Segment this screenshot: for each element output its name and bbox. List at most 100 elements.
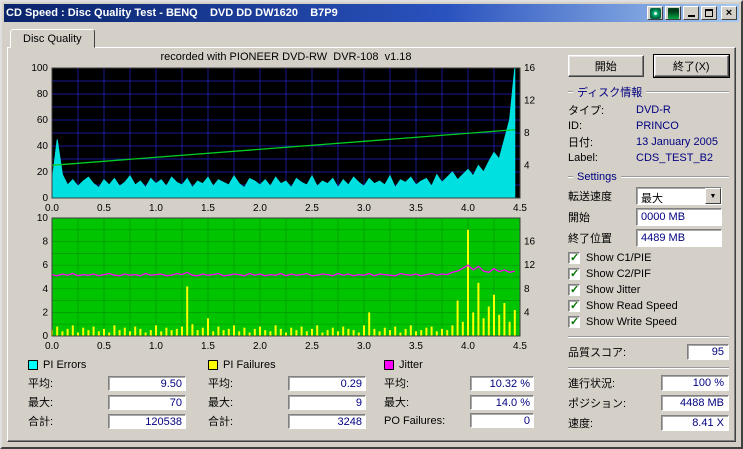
close-button[interactable]: × [721,6,737,20]
svg-text:3.5: 3.5 [409,203,423,214]
statistics-row: PI Errors 平均: 9.50 最大: 70 合計: 120538 PI Fai… [12,358,558,429]
position-value: 4488 MB [661,395,729,411]
svg-text:4: 4 [42,284,48,295]
jitter-legend: Jitter [399,359,423,371]
id-label: ID: [568,120,583,132]
jitter-maximum-value: 14.0 % [470,394,534,410]
disc-info-header: ディスク情報 [568,85,729,99]
tab-disc-quality[interactable]: Disc Quality [10,29,95,48]
progress-label: 進行状況: [568,378,616,390]
chart-icon-button[interactable] [647,6,663,20]
pi-failures-average-value: 0.29 [288,375,366,391]
app-window: CD Speed : Disc Quality Test - BENQ DVD … [0,0,743,449]
minimize-icon [687,9,695,17]
separator [568,367,729,369]
svg-text:1.5: 1.5 [201,203,215,214]
end-position-input[interactable]: 4489 MB [636,229,722,247]
svg-text:3.5: 3.5 [409,341,423,352]
label-label: Label: [568,152,598,164]
pie-write-speed-chart: 0204060801004812160.0 0.5 1.0 1.5 2.0 2.5 3.0 3… [31,64,536,214]
end-position-label: 終了位置 [568,233,612,245]
drive-icon [667,7,679,19]
show-c2pif-checkbox[interactable] [568,267,580,280]
progress-value: 100 % [661,375,729,391]
pi-failures-total-value: 3248 [288,413,366,429]
show-c1pie-label: Show C1/PIE [586,252,652,264]
average-label: 平均: [208,378,234,390]
svg-text:12: 12 [524,96,536,107]
svg-text:8: 8 [42,237,48,248]
svg-text:80: 80 [37,89,49,100]
pi-errors-swatch [28,360,38,370]
show-write-speed-checkbox[interactable] [568,315,580,328]
chart-column: recorded with PIONEER DVD-RW DVR-108 v1.… [12,51,558,437]
pi-errors-group: PI Errors 平均: 9.50 最大: 70 合計: 120538 [28,358,208,429]
date-label: 日付: [568,137,594,149]
svg-text:0.0: 0.0 [45,203,59,214]
svg-text:1.5: 1.5 [201,341,215,352]
disc-info-title: ディスク情報 [577,86,643,99]
drive-icon-button[interactable] [665,6,681,20]
maximum-label: 最大: [28,397,54,409]
show-jitter-label: Show Jitter [586,284,641,296]
svg-text:3.0: 3.0 [357,341,371,352]
svg-text:1.0: 1.0 [149,341,163,352]
close-icon: × [725,6,733,19]
pi-errors-total-value: 120538 [108,413,186,429]
speed-select[interactable]: 最大 ▼ [636,187,722,205]
svg-text:0.5: 0.5 [97,341,111,352]
side-panel: 開始 終了(X) ディスク情報 タイプ: DVD-R ID: PRINCO 日付: 1… [558,51,733,437]
type-label: タイプ: [568,105,605,117]
svg-text:4.5: 4.5 [513,341,527,352]
maximize-button[interactable] [701,6,717,20]
total-label: 合計: [28,416,54,428]
svg-text:6: 6 [42,260,48,271]
exit-button[interactable]: 終了(X) [652,54,730,78]
id-value: PRINCO [636,120,679,132]
svg-text:3.0: 3.0 [357,203,371,214]
svg-text:40: 40 [37,141,49,152]
minimize-button[interactable] [683,6,699,20]
jitter-group: Jitter 平均: 10.32 % 最大: 14.0 % PO Failures:… [384,358,558,429]
pi-failures-legend: PI Failures [223,359,276,371]
show-c1pie-checkbox[interactable] [568,251,580,264]
svg-text:2.0: 2.0 [253,341,267,352]
svg-text:4.0: 4.0 [461,203,475,214]
date-value: 13 January 2005 [636,136,718,148]
pi-errors-legend: PI Errors [43,359,87,371]
svg-text:1.0: 1.0 [149,203,163,214]
tabstrip: Disc Quality [10,29,736,48]
separator [568,336,729,338]
recorded-with-label: recorded with PIONEER DVD-RW DVR-108 v1.… [160,51,412,63]
chevron-down-icon[interactable]: ▼ [705,188,721,204]
svg-text:0.5: 0.5 [97,203,111,214]
svg-text:4: 4 [524,307,530,318]
svg-text:2.5: 2.5 [305,203,319,214]
pi-errors-average-value: 9.50 [108,375,186,391]
client-area: Disc Quality recorded with PIONEER DVD-R… [4,22,739,445]
total-label: 合計: [208,416,234,428]
svg-text:16: 16 [524,237,536,248]
jitter-average-value: 10.32 % [470,375,534,391]
average-label: 平均: [384,378,410,390]
pif-jitter-chart: 02468104812160.0 0.5 1.0 1.5 2.0 2.5 3.0 3.5 4.0… [37,214,536,352]
transfer-speed-label: 転送速度 [568,191,612,203]
pi-errors-maximum-value: 70 [108,394,186,410]
maximize-icon [705,9,713,17]
titlebar[interactable]: CD Speed : Disc Quality Test - BENQ DVD … [4,4,739,22]
average-label: 平均: [28,378,54,390]
show-read-speed-checkbox[interactable] [568,299,580,312]
maximum-label: 最大: [208,397,234,409]
maximum-label: 最大: [384,397,410,409]
start-position-input[interactable]: 0000 MB [636,208,722,226]
svg-text:20: 20 [37,167,49,178]
svg-text:2.0: 2.0 [253,203,267,214]
tabpage-disc-quality: recorded with PIONEER DVD-RW DVR-108 v1.… [7,47,736,442]
svg-text:8: 8 [524,128,530,139]
quality-score-value: 95 [687,344,729,360]
speed-label: 速度: [568,418,594,430]
quality-score-label: 品質スコア: [568,347,627,359]
show-jitter-checkbox[interactable] [568,283,580,296]
start-button[interactable]: 開始 [568,55,644,77]
svg-text:60: 60 [37,115,49,126]
